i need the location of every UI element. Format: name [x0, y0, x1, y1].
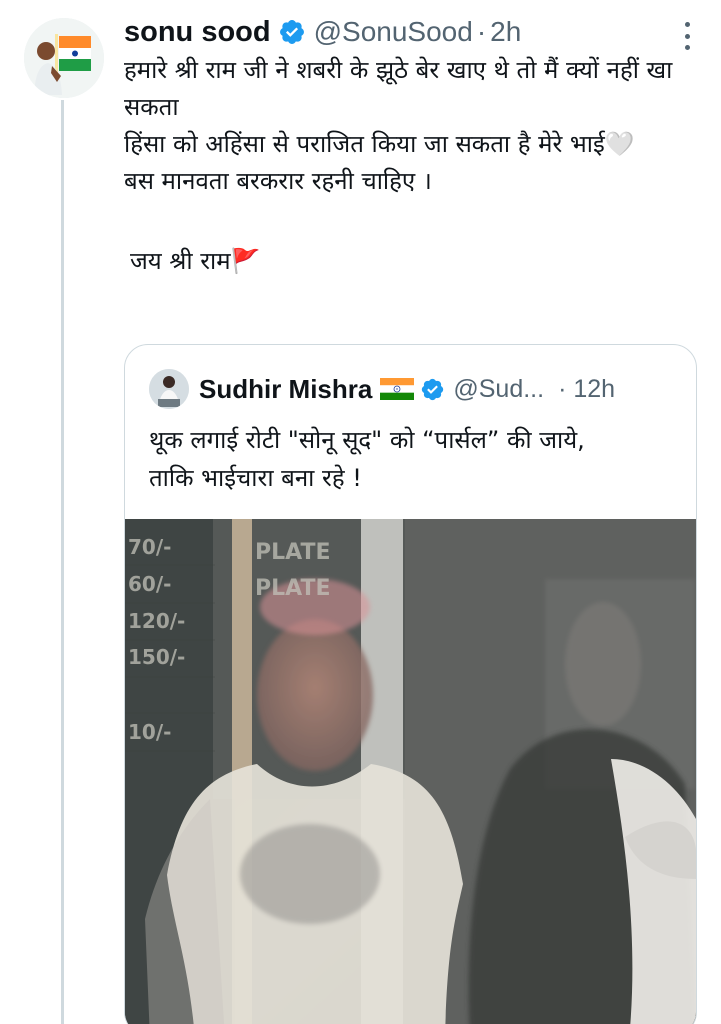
media-price-label: 150/-: [128, 645, 185, 669]
quoted-tweet-timestamp[interactable]: · 12h: [558, 375, 615, 404]
media-price-label: 60/-: [128, 572, 171, 596]
quoted-media-image[interactable]: 70/- 60/- 120/- 150/- 10/- PLATE PLATE: [125, 519, 696, 1024]
media-sign-text: PLATE: [255, 576, 331, 601]
quoted-line: ताकि भाईचारा बना रहे !: [149, 464, 362, 492]
quoted-tweet-card[interactable]: Sudhir Mishra @Sud... · 12h थूक लगाई रोट…: [124, 344, 697, 1024]
quoted-author-handle[interactable]: @Sud...: [453, 375, 544, 404]
india-flag-icon: [380, 378, 415, 400]
verified-badge-icon: [422, 378, 444, 400]
line-break: [124, 200, 684, 237]
quoted-author-display-name[interactable]: Sudhir Mishra: [199, 374, 372, 405]
media-price-label: 10/-: [128, 720, 171, 744]
quoted-author-avatar[interactable]: [149, 369, 189, 409]
tweet-line: जय श्री राम🚩: [130, 247, 261, 275]
tweet-timestamp[interactable]: 2h: [490, 16, 521, 48]
more-options-icon[interactable]: [673, 22, 701, 50]
quoted-separator: ·: [558, 374, 567, 403]
author-avatar[interactable]: [24, 18, 104, 98]
tweet-line: हमारे श्री राम जी ने शबरी के झूठे बेर खा…: [124, 56, 673, 121]
quoted-time: 12h: [573, 374, 616, 403]
verified-badge-icon: [279, 20, 304, 44]
quoted-tweet-header: Sudhir Mishra @Sud... · 12h: [149, 367, 676, 411]
header-separator: ·: [476, 16, 487, 47]
media-price-label: 120/-: [128, 609, 185, 633]
tweet-page: sonu sood @SonuSood · 2h हमारे श्री राम …: [0, 0, 721, 1024]
author-handle[interactable]: @SonuSood: [314, 16, 473, 48]
tweet-header: sonu sood @SonuSood · 2h: [124, 12, 681, 52]
tweet-text: हमारे श्री राम जी ने शबरी के झूठे बेर खा…: [124, 52, 684, 280]
thread-connector-line: [61, 100, 64, 1024]
media-price-label: 70/-: [128, 535, 171, 559]
tweet-line: हिंसा को अहिंसा से पराजित किया जा सकता ह…: [124, 130, 635, 158]
author-display-name[interactable]: sonu sood: [124, 16, 271, 49]
media-photo: 70/- 60/- 120/- 150/- 10/- PLATE PLATE: [125, 519, 696, 1024]
quoted-tweet-text: थूक लगाई रोटी "सोनू सूद" को “पार्सल” की …: [149, 421, 679, 497]
quoted-line: थूक लगाई रोटी "सोनू सूद" को “पार्सल” की …: [149, 426, 585, 454]
media-sign-text: PLATE: [255, 540, 331, 565]
tweet-line: बस मानवता बरकरार रहनी चाहिए ।: [124, 167, 432, 195]
